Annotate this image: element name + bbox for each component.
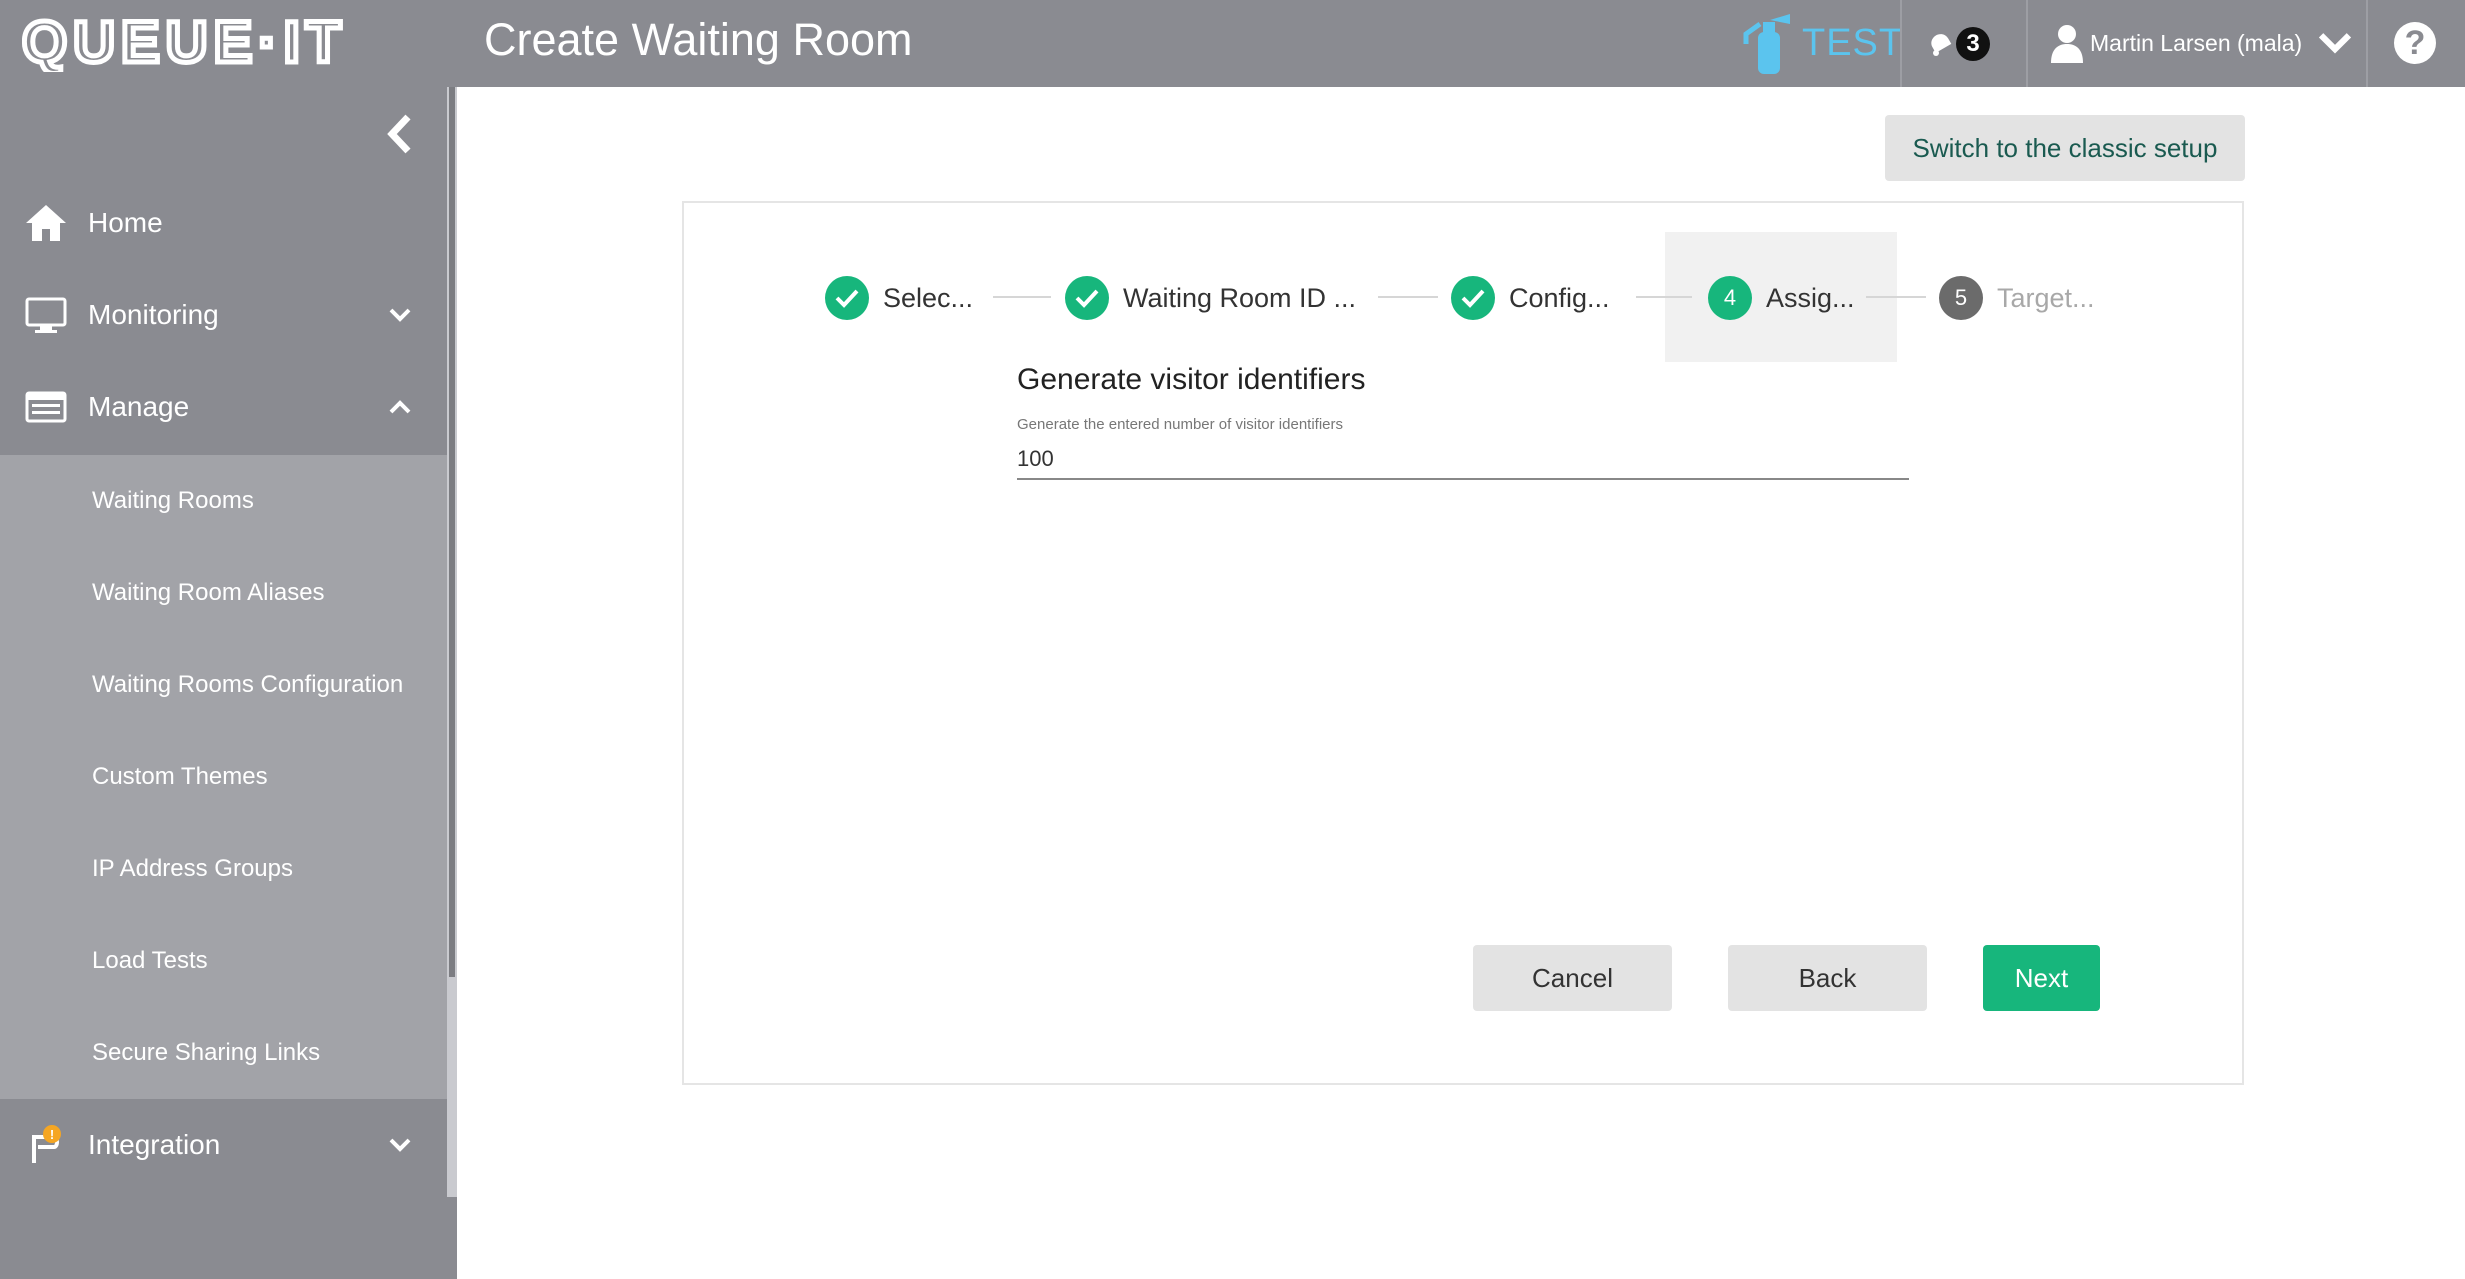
environment-label: TEST: [1802, 21, 1904, 64]
step-connector: [1866, 296, 1926, 298]
checkmark-icon: [1461, 289, 1485, 308]
step-label: Target...: [1997, 282, 2095, 313]
step-label: Config...: [1509, 282, 1610, 313]
checkmark-icon: [835, 289, 859, 308]
sidebar: Home Monitoring Manage Waiting Rooms Wai…: [0, 87, 457, 1279]
sidebar-item-manage[interactable]: Manage: [0, 361, 447, 453]
submenu-item-label: Waiting Room Aliases: [92, 579, 325, 606]
step-done-circle: [1065, 276, 1109, 320]
environment-indicator: TEST: [1740, 8, 1903, 78]
top-bar: QUEUE·IT Create Waiting Room TEST 3 Mart…: [0, 0, 2465, 87]
submenu-item-ip-address-groups[interactable]: IP Address Groups: [0, 823, 447, 915]
sidebar-scrollbar-thumb[interactable]: [449, 87, 455, 977]
monitor-icon: [25, 297, 67, 333]
sidebar-item-monitoring[interactable]: Monitoring: [0, 269, 447, 361]
cancel-button[interactable]: Cancel: [1473, 945, 1672, 1011]
step-1[interactable]: Selec...: [825, 270, 973, 326]
notification-count-badge: 3: [1956, 27, 1990, 61]
home-icon: [26, 205, 66, 241]
sidebar-item-label: Integration: [88, 1129, 221, 1160]
submenu-item-label: Load Tests: [92, 947, 208, 974]
sidebar-item-label: Manage: [88, 391, 190, 422]
step-3[interactable]: Config...: [1451, 270, 1610, 326]
step-number-circle: 5: [1939, 276, 1983, 320]
back-button[interactable]: Back: [1728, 945, 1927, 1011]
chevron-down-icon: [389, 1138, 411, 1152]
checkmark-icon: [1075, 289, 1099, 308]
step-connector: [993, 296, 1051, 298]
submenu-item-waiting-rooms-configuration[interactable]: Waiting Rooms Configuration: [0, 639, 447, 731]
bell-icon: [1931, 34, 1952, 56]
submenu-item-waiting-rooms[interactable]: Waiting Rooms: [0, 455, 447, 547]
integration-icon: !: [32, 1125, 61, 1163]
submenu-item-waiting-room-aliases[interactable]: Waiting Room Aliases: [0, 547, 447, 639]
step-5[interactable]: 5 Target...: [1939, 270, 2095, 326]
chevron-up-icon: [389, 400, 411, 414]
user-name: Martin Larsen (mala): [2090, 29, 2303, 56]
step-number-circle: 4: [1708, 276, 1752, 320]
step-label: Waiting Room ID ...: [1123, 282, 1357, 313]
step-4-active[interactable]: 4 Assig...: [1708, 270, 1855, 326]
step-2[interactable]: Waiting Room ID ...: [1065, 270, 1356, 326]
sidebar-item-integration[interactable]: ! Integration: [0, 1099, 447, 1191]
next-button[interactable]: Next: [1983, 945, 2100, 1011]
fire-extinguisher-icon: [1743, 14, 1790, 74]
submenu-item-label: IP Address Groups: [92, 855, 293, 882]
submenu-item-label: Custom Themes: [92, 763, 268, 790]
divider: [1900, 0, 1902, 87]
step-done-circle: [825, 276, 869, 320]
queue-it-logo[interactable]: QUEUE·IT: [22, 12, 432, 72]
submenu-item-label: Secure Sharing Links: [92, 1039, 321, 1066]
step-label: Selec...: [883, 282, 974, 313]
section-title: Generate visitor identifiers: [1017, 363, 1366, 396]
manage-submenu: Waiting Rooms Waiting Room Aliases Waiti…: [0, 455, 447, 1099]
sidebar-item-label: Home: [88, 207, 163, 238]
svg-text:QUEUE·IT: QUEUE·IT: [22, 12, 347, 72]
divider: [2366, 0, 2368, 87]
visitor-identifiers-input[interactable]: [1017, 440, 1909, 480]
collapse-sidebar-icon[interactable]: [384, 113, 416, 155]
step-label: Assig...: [1766, 282, 1855, 313]
page-title: Create Waiting Room: [484, 14, 913, 65]
help-icon[interactable]: ?: [2394, 22, 2436, 64]
user-icon: [2051, 25, 2083, 63]
chevron-down-icon: [389, 308, 411, 322]
step-done-circle: [1451, 276, 1495, 320]
manage-icon: [25, 391, 67, 423]
divider: [2026, 0, 2028, 87]
submenu-item-label: Waiting Rooms Configuration: [92, 671, 404, 698]
sidebar-item-label: Monitoring: [88, 299, 219, 330]
submenu-item-custom-themes[interactable]: Custom Themes: [0, 731, 447, 823]
svg-text:!: !: [50, 1127, 54, 1142]
notifications-button[interactable]: 3: [1928, 24, 1990, 64]
user-menu[interactable]: Martin Larsen (mala): [2050, 18, 2352, 68]
sidebar-item-home[interactable]: Home: [0, 177, 447, 269]
submenu-item-secure-sharing-links[interactable]: Secure Sharing Links: [0, 1007, 447, 1099]
visitor-identifiers-field-label: Generate the entered number of visitor i…: [1017, 416, 1344, 433]
chevron-down-icon: [2319, 33, 2352, 54]
step-connector: [1636, 296, 1692, 298]
submenu-item-label: Waiting Rooms: [92, 487, 254, 514]
step-connector: [1378, 296, 1438, 298]
switch-to-classic-setup-button[interactable]: Switch to the classic setup: [1885, 115, 2245, 181]
submenu-item-load-tests[interactable]: Load Tests: [0, 915, 447, 1007]
